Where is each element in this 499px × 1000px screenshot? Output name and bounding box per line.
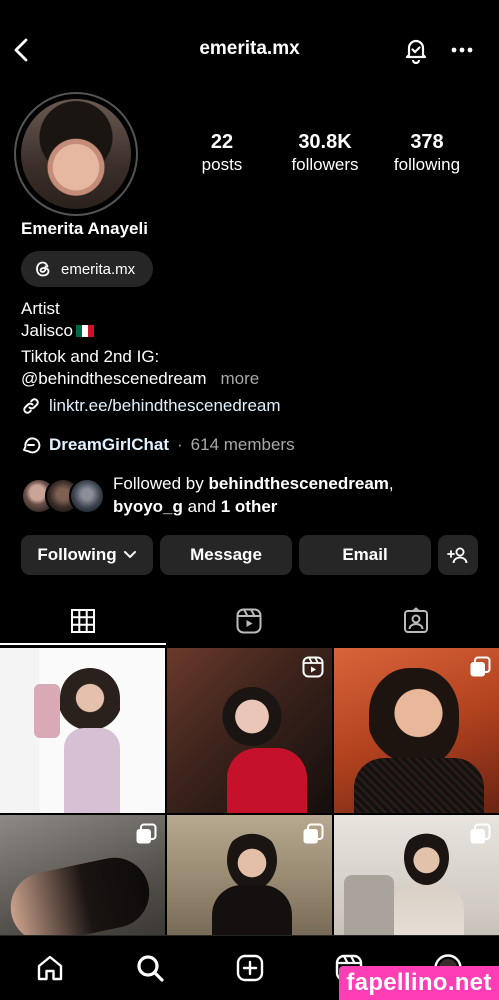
link-icon xyxy=(23,398,39,414)
post-thumbnail[interactable] xyxy=(167,648,332,813)
red-top-shape xyxy=(227,748,307,813)
carousel-badge-icon xyxy=(303,823,324,844)
message-button-label: Message xyxy=(190,545,262,564)
post-thumbnail[interactable] xyxy=(0,815,165,938)
bio-location: Jalisco xyxy=(21,321,73,340)
plus-square-icon xyxy=(236,954,264,982)
following-label: following xyxy=(393,155,461,174)
profile-tabs xyxy=(0,598,499,646)
nav-search[interactable] xyxy=(130,948,170,988)
threads-handle: emerita.mx xyxy=(61,260,136,278)
email-button[interactable]: Email xyxy=(299,535,431,575)
mutual-avatar xyxy=(69,478,105,514)
following-button-label: Following xyxy=(37,545,117,564)
home-icon xyxy=(37,955,63,981)
followers-count: 30.8K xyxy=(298,131,352,153)
threads-icon xyxy=(36,261,50,277)
phone-shape xyxy=(34,684,60,738)
following-button[interactable]: Following xyxy=(21,535,153,575)
followed-by[interactable]: Followed by behindthescenedream, byoyo_g… xyxy=(21,472,491,520)
followers-label: followers xyxy=(291,155,359,174)
chat-bubble-icon xyxy=(23,437,41,454)
profile-avatar[interactable] xyxy=(14,92,138,216)
carousel-badge-icon xyxy=(136,823,157,844)
post-thumbnail[interactable] xyxy=(334,815,499,938)
face-shape xyxy=(404,830,449,885)
posts-stat: 22 posts xyxy=(167,130,277,176)
following-stat[interactable]: 378 following xyxy=(372,130,482,176)
active-tab-indicator xyxy=(0,643,166,645)
mutual-others[interactable]: 1 other xyxy=(221,497,278,516)
posts-label: posts xyxy=(201,155,243,174)
top-bar: emerita.mx xyxy=(0,30,499,70)
chevron-left-icon xyxy=(14,38,28,62)
channel-name: DreamGirlChat xyxy=(49,435,169,454)
notifications-button[interactable] xyxy=(400,34,432,66)
mexico-flag-icon xyxy=(75,325,94,337)
figure-shape xyxy=(4,851,156,938)
mutual-user-2[interactable]: byoyo_g xyxy=(113,497,183,516)
grid-icon xyxy=(71,609,95,633)
search-icon xyxy=(137,955,164,982)
channel-separator: · xyxy=(176,435,183,454)
nav-create[interactable] xyxy=(230,948,270,988)
mesh-top-shape xyxy=(354,758,484,813)
profile-link-text: linktr.ee/behindthescenedream xyxy=(49,396,281,415)
posts-count: 22 xyxy=(210,131,234,153)
email-button-label: Email xyxy=(342,545,388,564)
display-name: Emerita Anayeli xyxy=(21,219,148,238)
broadcast-channel[interactable]: DreamGirlChat · 614 members xyxy=(21,435,295,455)
back-button[interactable] xyxy=(8,34,36,66)
dress-shape xyxy=(212,885,292,938)
followed-by-prefix: Followed by xyxy=(113,474,204,493)
mutual-user-1[interactable]: behindthescenedream xyxy=(208,474,388,493)
suggested-users-button[interactable] xyxy=(438,535,478,575)
tab-posts-grid[interactable] xyxy=(0,598,166,644)
face-shape xyxy=(369,668,459,768)
more-dots-icon xyxy=(451,47,473,53)
nav-home[interactable] xyxy=(30,948,70,988)
bio-line-4: @behindthescenedream more xyxy=(21,368,259,389)
posts-grid xyxy=(0,648,499,938)
bell-check-icon xyxy=(405,39,427,64)
dress-shape xyxy=(64,728,120,813)
carousel-badge-icon xyxy=(470,656,491,677)
bio-line-3: Tiktok and 2nd IG: xyxy=(21,347,160,366)
channel-members: 614 members xyxy=(190,435,295,454)
carousel-badge-icon xyxy=(470,823,491,844)
tagged-user-icon xyxy=(404,607,428,633)
more-options-button[interactable] xyxy=(446,34,478,66)
avatar-image xyxy=(21,99,131,209)
reels-icon xyxy=(236,608,262,634)
face-shape xyxy=(222,678,282,748)
threads-badge[interactable]: emerita.mx xyxy=(21,251,153,287)
face-shape xyxy=(227,830,277,890)
bio-more-link[interactable]: more xyxy=(221,369,260,388)
mirror-shape xyxy=(344,875,394,938)
message-button[interactable]: Message xyxy=(160,535,292,575)
add-person-icon xyxy=(447,547,468,564)
watermark-logo: fapellino.net xyxy=(339,966,499,1000)
mutual-avatars xyxy=(21,478,105,514)
reel-badge-icon xyxy=(302,656,324,678)
followers-stat[interactable]: 30.8K followers xyxy=(270,130,380,176)
post-thumbnail[interactable] xyxy=(0,648,165,813)
status-bar xyxy=(0,0,499,10)
bio-line-2: Jalisco xyxy=(21,320,94,341)
bio-line-1: Artist xyxy=(21,299,60,318)
top-shape xyxy=(389,885,464,938)
tab-reels[interactable] xyxy=(166,598,332,644)
and-text: and xyxy=(187,497,217,516)
profile-link[interactable]: linktr.ee/behindthescenedream xyxy=(21,396,281,416)
chevron-down-icon xyxy=(123,551,136,558)
post-thumbnail[interactable] xyxy=(167,815,332,938)
post-thumbnail[interactable] xyxy=(334,648,499,813)
followed-by-text: Followed by behindthescenedream, byoyo_g… xyxy=(113,472,493,518)
following-count: 378 xyxy=(410,131,444,153)
tab-tagged[interactable] xyxy=(333,598,499,644)
bio-mention[interactable]: @behindthescenedream xyxy=(21,369,207,388)
comma: , xyxy=(388,474,394,493)
